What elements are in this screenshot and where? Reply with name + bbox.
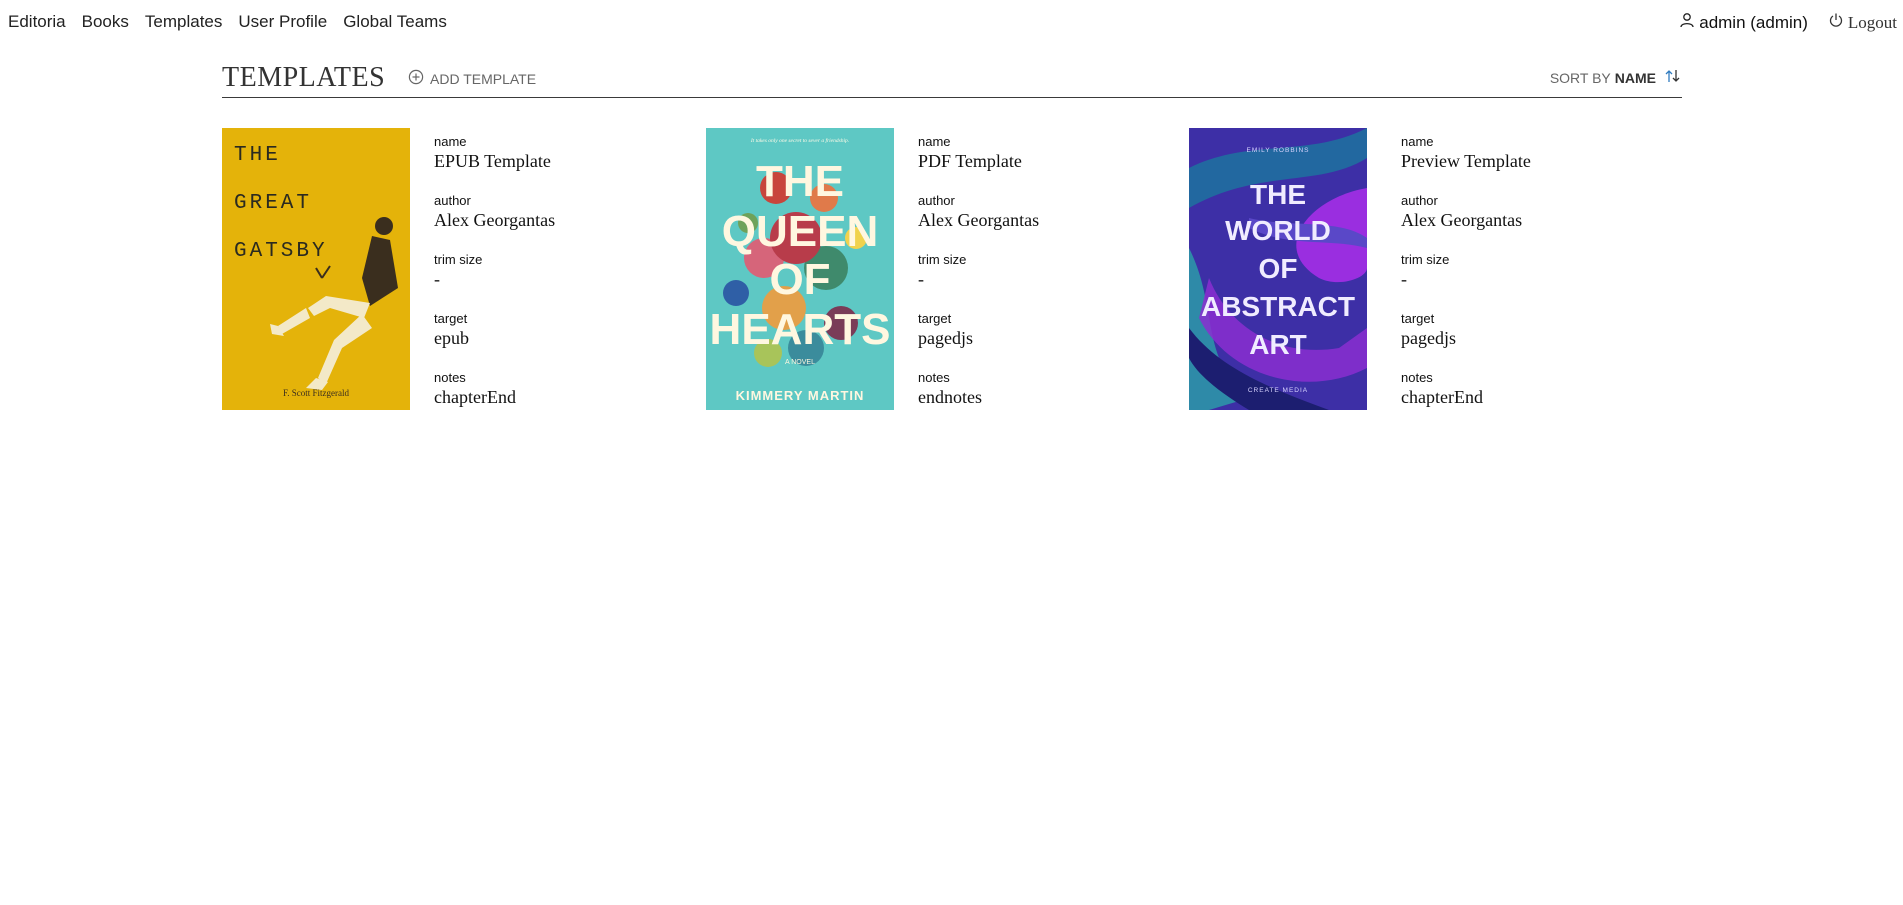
field-label: name [434, 134, 467, 149]
user-name: admin (admin) [1699, 12, 1808, 32]
cover-author: KIMMERY MARTIN [736, 388, 865, 403]
field-label: author [1401, 193, 1438, 208]
field-label: target [434, 311, 468, 326]
user-icon [1679, 12, 1699, 33]
svg-text:GATSBY: GATSBY [234, 240, 328, 263]
svg-text:ABSTRACT: ABSTRACT [1201, 291, 1355, 322]
field-label: notes [434, 370, 466, 385]
cover-subtitle: A NOVEL [785, 359, 815, 366]
cover-bottom-text: CREATE MEDIA [1248, 387, 1308, 394]
top-navigation: Editoria Books Templates User Profile Gl… [0, 0, 1903, 44]
template-notes: chapterEnd [434, 387, 516, 407]
field-label: notes [1401, 370, 1433, 385]
svg-text:HEARTS: HEARTS [710, 305, 891, 354]
template-details: name PDF Template author Alex Georgantas t… [918, 128, 1158, 423]
field-label: trim size [1401, 252, 1450, 267]
cover-tagline: It takes only one secret to sever a frie… [750, 137, 849, 144]
template-cover[interactable]: THE GREAT GATSBY F. Scott Fitzgerald [222, 128, 410, 410]
template-name: EPUB Template [434, 151, 551, 171]
template-card[interactable]: THE GREAT GATSBY F. Scott Fitzgerald nam… [222, 128, 682, 410]
sort-field-button[interactable]: Name [1615, 70, 1656, 86]
svg-text:GREAT: GREAT [234, 192, 312, 215]
field-label: trim size [918, 252, 967, 267]
template-author: Alex Georgantas [918, 210, 1040, 230]
sort-arrows-icon [1664, 69, 1682, 86]
nav-books[interactable]: Books [82, 12, 129, 32]
nav-global-teams[interactable]: Global Teams [343, 12, 447, 32]
field-label: target [918, 311, 952, 326]
svg-text:OF: OF [769, 255, 830, 304]
template-cover[interactable]: It takes only one secret to sever a frie… [706, 128, 894, 410]
svg-text:THE: THE [1250, 179, 1306, 210]
cover-author: F. Scott Fitzgerald [283, 388, 350, 398]
svg-text:OF: OF [1259, 253, 1298, 284]
field-label: name [918, 134, 951, 149]
logout-label: Logout [1847, 12, 1897, 32]
template-notes: endnotes [918, 387, 982, 407]
template-trim-size: - [918, 269, 924, 289]
svg-text:THE: THE [234, 144, 281, 167]
nav-templates[interactable]: Templates [145, 12, 222, 32]
template-cover[interactable]: EMILY ROBBINS THE WORLD OF ABSTRACT ART … [1189, 128, 1367, 410]
nav-editoria[interactable]: Editoria [8, 12, 66, 32]
field-label: name [1401, 134, 1434, 149]
main-nav: Editoria Books Templates User Profile Gl… [8, 12, 463, 32]
template-details: name EPUB Template author Alex Georgantas … [434, 128, 674, 423]
field-label: target [1401, 311, 1435, 326]
template-target: epub [434, 328, 469, 348]
field-label: author [918, 193, 955, 208]
svg-text:QUEEN: QUEEN [722, 207, 878, 256]
field-label: trim size [434, 252, 483, 267]
template-name: Preview Template [1401, 151, 1531, 171]
nav-user-profile[interactable]: User Profile [238, 12, 327, 32]
template-trim-size: - [1401, 269, 1407, 289]
page-title: Templates [222, 62, 386, 93]
add-template-button[interactable]: Add Template [408, 69, 536, 88]
template-card[interactable]: It takes only one secret to sever a frie… [706, 128, 1166, 410]
templates-header: Templates Add Template Sort By Name [222, 60, 1682, 98]
sort-direction-toggle[interactable] [1664, 69, 1682, 86]
template-details: name Preview Template author Alex Georgant… [1401, 128, 1661, 423]
template-target: pagedjs [918, 328, 973, 348]
user-menu[interactable]: admin (admin) [1679, 12, 1808, 33]
sort-by-label: Sort By [1549, 69, 1611, 86]
svg-text:ART: ART [1249, 329, 1307, 360]
add-template-label: Add Template [430, 70, 537, 87]
template-trim-size: - [434, 269, 440, 289]
template-name: PDF Template [918, 151, 1022, 171]
field-label: notes [918, 370, 950, 385]
logout-button[interactable]: Logout [1828, 12, 1897, 33]
template-notes: chapterEnd [1401, 387, 1483, 407]
svg-text:THE: THE [756, 157, 844, 206]
cover-top-text: EMILY ROBBINS [1247, 147, 1310, 154]
sort-control: Sort By Name [1550, 69, 1682, 86]
field-label: author [434, 193, 471, 208]
power-icon [1828, 12, 1848, 33]
template-author: Alex Georgantas [1401, 210, 1523, 230]
template-card[interactable]: EMILY ROBBINS THE WORLD OF ABSTRACT ART … [1189, 128, 1669, 410]
add-circle-icon [408, 69, 430, 88]
template-author: Alex Georgantas [434, 210, 556, 230]
user-nav: admin (admin) Logout [1679, 12, 1897, 33]
svg-text:WORLD: WORLD [1225, 215, 1331, 246]
template-target: pagedjs [1401, 328, 1456, 348]
